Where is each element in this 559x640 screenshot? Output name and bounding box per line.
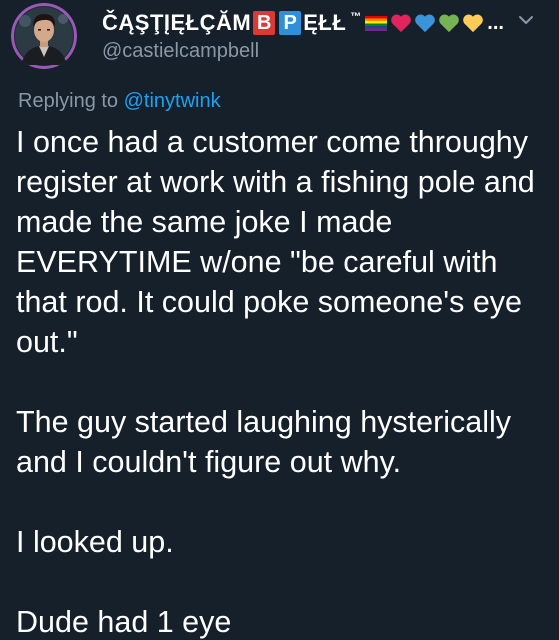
- display-name[interactable]: ČĄŞŢĮĘŁÇĂM: [102, 10, 251, 36]
- tweet-paragraph: Dude had 1 eye: [16, 605, 232, 639]
- tweet-text: I once had a customer come throughy regi…: [16, 122, 551, 640]
- tweet-paragraph: I looked up.: [16, 525, 174, 559]
- b-letter-badge: B: [253, 11, 276, 35]
- display-name-suffix[interactable]: ĘŁŁ: [303, 10, 346, 36]
- name-overflow-ellipsis: ...: [487, 11, 504, 34]
- author-handle[interactable]: @castielcampbell: [102, 40, 259, 63]
- tweet: ČĄŞŢĮĘŁÇĂM B P ĘŁŁ ™ ... @castielcampbel…: [0, 0, 559, 640]
- blue-heart-icon: [415, 14, 436, 33]
- tweet-paragraph: The guy started laughing hysterically an…: [16, 405, 512, 479]
- red-heart-icon: [391, 14, 412, 33]
- author-name-row[interactable]: ČĄŞŢĮĘŁÇĂM B P ĘŁŁ ™ ...: [102, 6, 504, 40]
- chevron-down-icon[interactable]: [515, 9, 537, 31]
- tweet-paragraph: I once had a customer come throughy regi…: [16, 125, 535, 359]
- replying-to-line: Replying to @tinytwink: [18, 90, 221, 113]
- reply-target-link[interactable]: @tinytwink: [124, 90, 221, 112]
- avatar[interactable]: [11, 3, 77, 69]
- p-letter-badge: P: [279, 11, 302, 35]
- replying-to-label: Replying to: [18, 90, 119, 112]
- rainbow-flag-icon: [365, 15, 388, 31]
- green-heart-icon: [439, 14, 460, 33]
- yellow-heart-icon: [463, 14, 484, 33]
- trademark-symbol: ™: [350, 11, 362, 23]
